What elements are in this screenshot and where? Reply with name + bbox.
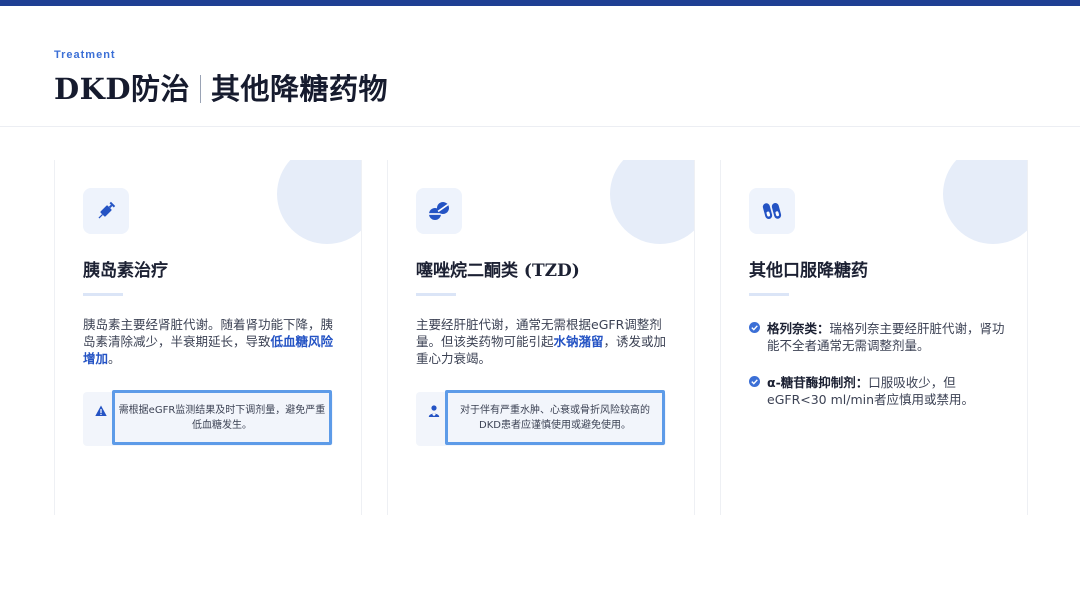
warning-icon — [95, 405, 107, 416]
decor-circle — [277, 160, 361, 244]
decor-circle — [610, 160, 694, 244]
check-circle-icon — [749, 322, 760, 333]
notice-box: 对于伴有严重水肿、心衰或骨折风险较高的DKD患者应谨慎使用或避免使用。 — [416, 390, 666, 446]
decor-circle — [943, 160, 1027, 244]
title-sub: 其他降糖药物 — [211, 72, 389, 106]
page-title: DKD防治 其他降糖药物 — [54, 66, 388, 108]
card-tzd: 噻唑烷二酮类 (TZD) 主要经肝脏代谢，通常无需根据eGFR调整剂量。但该类药… — [387, 160, 695, 515]
card-insulin: 胰岛素治疗 胰岛素主要经肾脏代谢。随着肾功能下降，胰岛素清除减少，半衰期延长，导… — [54, 160, 362, 515]
notice-text: 对于伴有严重水肿、心衰或骨折风险较高的DKD患者应谨慎使用或避免使用。 — [445, 390, 665, 445]
card-description: 胰岛素主要经肾脏代谢。随着肾功能下降，胰岛素清除减少，半衰期延长，导致低血糖风险… — [83, 317, 334, 366]
check-circle-icon — [749, 376, 760, 387]
title-main: DKD防治 — [54, 72, 191, 106]
bullet-label: 格列奈类： — [767, 321, 830, 336]
notice-box: 需根据eGFR监测结果及时下调剂量，避免严重低血糖发生。 — [83, 390, 333, 446]
bullet-item: α-糖苷酶抑制剂：口服吸收少，但eGFR<30 ml/min者应慎用或禁用。 — [749, 374, 1011, 408]
notice-text: 需根据eGFR监测结果及时下调剂量，避免严重低血糖发生。 — [112, 390, 332, 445]
card-icon-box — [416, 188, 462, 234]
capsules-icon — [762, 203, 782, 219]
doctor-icon — [428, 405, 440, 417]
section-eyebrow: Treatment — [54, 49, 116, 61]
card-title: 其他口服降糖药 — [749, 261, 868, 281]
card-icon-box — [749, 188, 795, 234]
syringe-icon — [98, 201, 116, 219]
top-accent-bar — [0, 0, 1080, 6]
card-icon-box — [83, 188, 129, 234]
card-title: 噻唑烷二酮类 (TZD) — [416, 261, 580, 281]
title-underline — [749, 293, 789, 296]
highlight-text: 水钠潴留 — [553, 334, 604, 349]
title-separator — [200, 75, 202, 103]
pills-icon — [429, 202, 449, 220]
card-oral-drugs: 其他口服降糖药 格列奈类：瑞格列奈主要经肝脏代谢，肾功能不全者通常无需调整剂量。… — [720, 160, 1028, 515]
header-divider — [0, 126, 1080, 127]
card-title: 胰岛素治疗 — [83, 261, 168, 281]
card-description: 主要经肝脏代谢，通常无需根据eGFR调整剂量。但该类药物可能引起水钠潴留，诱发或… — [416, 317, 667, 366]
bullet-item: 格列奈类：瑞格列奈主要经肝脏代谢，肾功能不全者通常无需调整剂量。 — [749, 320, 1011, 354]
title-underline — [83, 293, 123, 296]
bullet-label: α-糖苷酶抑制剂： — [767, 375, 869, 390]
title-underline — [416, 293, 456, 296]
